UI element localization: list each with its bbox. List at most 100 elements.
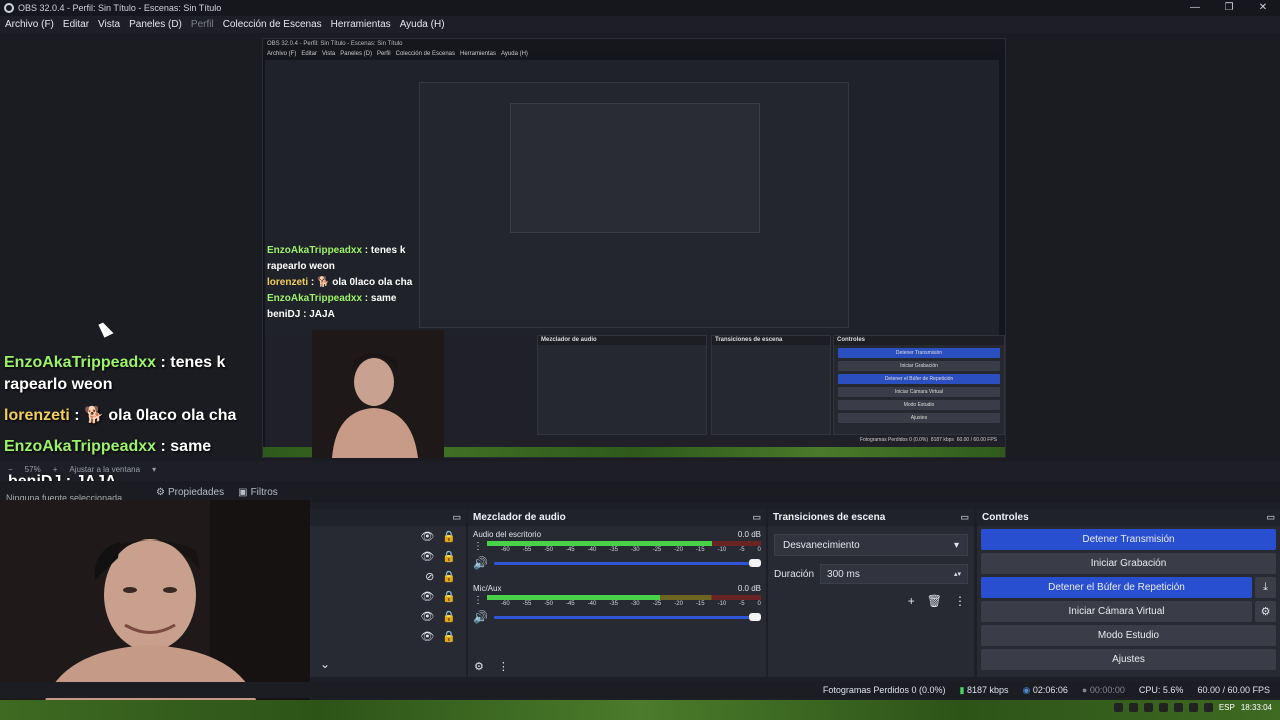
clock[interactable]: 18:33:04 [1241,703,1272,712]
eye-icon[interactable]: 👁 [420,610,434,623]
tray-app-icon[interactable] [1203,703,1213,712]
lock-icon[interactable]: 🔒 [442,590,456,603]
language-indicator[interactable]: ESP [1219,703,1235,712]
source-row[interactable]: ⊘ 🔒 [310,566,466,586]
meter-tick: -45 [565,547,575,553]
meter-tick: -40 [587,547,597,553]
settings-button[interactable]: Ajustes [981,649,1276,670]
gear-icon[interactable]: ⚙ [1255,601,1276,622]
dock-float-icon[interactable]: ▭ [960,512,969,523]
lock-icon[interactable]: 🔒 [442,550,456,563]
source-row[interactable]: 👁 🔒 [310,586,466,606]
source-row[interactable]: 👁 🔒 [310,546,466,566]
meter-tick: -20 [674,601,683,607]
bitrate: ▮ 8187 kbps [959,684,1009,695]
advanced-audio-icon[interactable]: ⚙ [474,660,484,673]
tray-app-icon[interactable] [1173,703,1183,712]
mixer-channel: Audio del escritorio 0.0 dB ⋮ -60 -55 -50 -4… [468,526,766,570]
menu-paneles[interactable]: Paneles (D) [129,19,182,30]
lock-icon[interactable]: 🔒 [442,530,456,543]
eye-off-icon[interactable]: ⊘ [425,570,434,583]
signal-icon: ▮ [959,684,965,695]
menu-archivo[interactable]: Archivo (F) [5,19,54,30]
meter-tick: -50 [544,601,553,607]
chevron-down-icon[interactable]: ▾ [152,465,156,474]
slider-handle[interactable] [749,612,761,621]
source-row[interactable]: 👁 🔒 [310,626,466,646]
meter-tick: 0 [757,547,761,553]
lock-icon[interactable]: 🔒 [442,570,456,583]
close-button[interactable]: ✕ [1246,0,1280,16]
start-recording-button[interactable]: Iniciar Grabación [981,553,1276,574]
nested-webcam [312,330,444,458]
meter-level [487,541,712,546]
meter-tick: -5 [739,601,745,607]
transition-select[interactable]: Desvanecimiento ▾ [774,534,968,556]
chat-message: lorenzeti : 🐕 ola 0laco ola cha [4,407,237,424]
obs-logo-icon [4,3,14,13]
dock-float-icon[interactable]: ▭ [452,512,461,523]
filters-button[interactable]: ▣ Filtros [238,487,278,498]
zoom-bar: − 57% + Ajustar a la ventana ▾ [0,461,1280,477]
minimize-button[interactable]: — [1178,0,1212,16]
lock-icon[interactable]: 🔒 [442,610,456,623]
stop-stream-button[interactable]: Detener Transmisión [981,529,1276,550]
channel-menu-icon[interactable]: ⋮ [473,595,483,606]
menu-coleccion-escenas[interactable]: Colección de Escenas [223,19,322,30]
trash-icon[interactable]: 🗑 [927,594,942,608]
stop-replay-buffer-button[interactable]: Detener el Búfer de Repetición [981,577,1252,598]
eye-icon[interactable]: 👁 [420,550,434,563]
menu-vista[interactable]: Vista [98,19,120,30]
more-icon[interactable]: ⋮ [954,594,966,608]
meter-tick: -55 [522,601,532,607]
menu-ayuda[interactable]: Ayuda (H) [400,19,445,30]
menu-editar[interactable]: Editar [63,19,89,30]
maximize-button[interactable]: ❐ [1212,0,1246,16]
meter-tick: -60 [501,547,510,553]
duration-input[interactable]: 300 ms ▴▾ [820,564,968,584]
eye-icon[interactable]: 👁 [420,590,434,603]
nested-menu: Archivo (F) Editar Vista Paneles (D) Per… [267,51,528,57]
slider-handle[interactable] [749,558,761,567]
meter-tick: -45 [565,601,575,607]
meter-tick: -55 [522,547,532,553]
add-icon[interactable]: + [908,594,915,608]
save-replay-icon[interactable]: ⤓ [1255,577,1276,598]
channel-menu-icon[interactable]: ⋮ [473,541,483,552]
meter-tick: -20 [674,547,683,553]
spinner-icon[interactable]: ▴▾ [954,570,961,578]
nested-chat: EnzoAkaTrippeadxx : tenes k rapearlo weo… [267,245,413,320]
properties-button[interactable]: ⚙ Propiedades [156,487,224,498]
meter-tick: -60 [501,601,510,607]
dock-float-icon[interactable]: ▭ [1266,512,1275,523]
start-virtual-camera-button[interactable]: Iniciar Cámara Virtual [981,601,1252,622]
nested-preview-deepest [510,103,760,233]
chevron-down-icon[interactable]: ⌄ [320,657,330,671]
source-row[interactable]: 👁 🔒 [310,526,466,546]
meter-tick: -15 [695,601,705,607]
mixer-menu-icon[interactable]: ⋮ [498,660,509,673]
cpu-usage: CPU: 5.6% [1138,685,1184,695]
eye-icon[interactable]: 👁 [420,530,434,543]
tray-app-icon[interactable] [1143,703,1153,712]
speaker-icon[interactable]: 🔊 [473,556,488,570]
controls-dock: Controles ▭ Detener Transmisión Iniciar G… [977,509,1280,677]
taskbar: ESP 18:33:04 [0,700,1280,720]
menu-herramientas[interactable]: Herramientas [331,19,391,30]
tray-app-icon[interactable] [1158,703,1168,712]
volume-slider[interactable] [493,558,761,567]
source-row[interactable]: 👁 🔒 [310,606,466,626]
eye-icon[interactable]: 👁 [420,630,434,643]
dock-float-icon[interactable]: ▭ [752,512,761,523]
speaker-icon[interactable]: 🔊 [473,610,488,624]
system-tray: ESP 18:33:04 [1113,703,1272,712]
tray-app-icon[interactable] [1188,703,1198,712]
meter-level [487,595,660,600]
tray-app-icon[interactable] [1113,703,1123,712]
meter-tick: -30 [630,547,640,553]
tray-app-icon[interactable] [1128,703,1138,712]
duration-label: Duración [774,568,815,580]
studio-mode-button[interactable]: Modo Estudio [981,625,1276,646]
lock-icon[interactable]: 🔒 [442,630,456,643]
volume-slider[interactable] [493,612,761,621]
